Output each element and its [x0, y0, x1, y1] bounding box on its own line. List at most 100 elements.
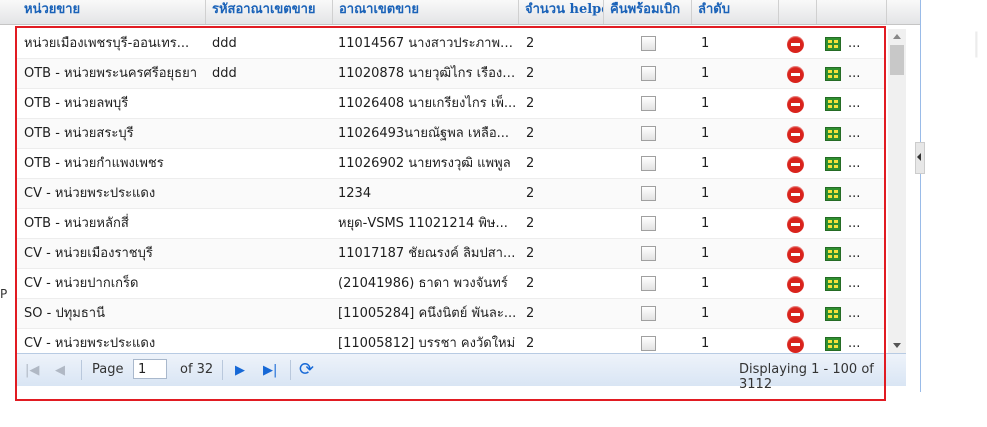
edit-grid-icon[interactable]	[825, 217, 841, 231]
delete-icon[interactable]	[787, 156, 804, 173]
edit-grid-icon[interactable]	[825, 187, 841, 201]
more-label[interactable]: ...	[848, 239, 860, 269]
page-number-input[interactable]: 1	[133, 359, 167, 379]
cell-order: 1	[701, 96, 710, 111]
return-checkbox[interactable]	[641, 96, 656, 111]
edit-grid-icon[interactable]	[825, 337, 841, 351]
column-header-delete	[779, 0, 817, 24]
table-row[interactable]: CV - หน่วยพระประแดง [11005812] บรรชา คงวั…	[15, 329, 885, 353]
cell-unit: CV - หน่วยปากเกร็ด	[24, 276, 139, 291]
cell-code	[212, 269, 322, 299]
more-label[interactable]: ...	[848, 179, 860, 209]
column-header-area[interactable]: อาณาเขตขาย	[333, 0, 519, 24]
edit-grid-icon[interactable]	[825, 277, 841, 291]
edit-grid-icon[interactable]	[825, 97, 841, 111]
delete-icon[interactable]	[787, 216, 804, 233]
display-info: Displaying 1 - 100 of 3112	[739, 362, 874, 392]
table-row[interactable]: OTB - หน่วยสระบุรี 11026493นายณัฐพล เหลือ…	[15, 119, 885, 149]
cell-unit: OTB - หน่วยพระนครศรีอยุธยา	[24, 66, 198, 81]
return-checkbox[interactable]	[641, 216, 656, 231]
cell-unit: หน่วยเมืองเพชรบุรี-ออนเทร...	[24, 36, 190, 51]
table-row[interactable]: CV - หน่วยพระประแดง 1234 2 1...	[15, 179, 885, 209]
more-label[interactable]: ...	[848, 59, 860, 89]
return-checkbox[interactable]	[641, 336, 656, 351]
edit-grid-icon[interactable]	[825, 67, 841, 81]
return-checkbox[interactable]	[641, 306, 656, 321]
return-checkbox[interactable]	[641, 246, 656, 261]
delete-icon[interactable]	[787, 96, 804, 113]
edit-grid-icon[interactable]	[825, 307, 841, 321]
column-header-helper[interactable]: จำนวน helpe	[519, 0, 604, 24]
delete-icon[interactable]	[787, 186, 804, 203]
return-checkbox[interactable]	[641, 276, 656, 291]
delete-icon[interactable]	[787, 336, 804, 353]
table-row[interactable]: SO - ปทุมธานี [11005284] คนึงนิตย์ พันละ.…	[15, 299, 885, 329]
toolbar-separator	[290, 360, 291, 380]
more-label[interactable]: ...	[848, 269, 860, 299]
cell-order: 1	[701, 246, 710, 261]
scroll-up-icon[interactable]	[893, 34, 901, 39]
edit-grid-icon[interactable]	[825, 37, 841, 51]
scroll-down-icon[interactable]	[893, 343, 901, 348]
table-row[interactable]: CV - หน่วยเมืองราชบุรี 11017187 ชัยณรงค์ …	[15, 239, 885, 269]
collapse-panel-icon[interactable]	[915, 142, 925, 174]
return-checkbox[interactable]	[641, 126, 656, 141]
cell-unit: SO - ปทุมธานี	[24, 306, 105, 321]
cell-helper: 2	[526, 306, 535, 321]
next-page-icon[interactable]: ▶	[235, 363, 245, 378]
cell-order: 1	[701, 306, 710, 321]
edit-grid-icon[interactable]	[825, 247, 841, 261]
return-checkbox[interactable]	[641, 156, 656, 171]
return-checkbox[interactable]	[641, 36, 656, 51]
edit-grid-icon[interactable]	[825, 157, 841, 171]
more-label[interactable]: ...	[848, 119, 860, 149]
vertical-scrollbar[interactable]	[888, 29, 906, 353]
more-label[interactable]: ...	[848, 89, 860, 119]
edit-grid-icon[interactable]	[825, 127, 841, 141]
delete-icon[interactable]	[787, 126, 804, 143]
scroll-thumb[interactable]	[890, 45, 904, 75]
column-header-unit[interactable]: หน่วยขาย	[18, 0, 206, 24]
cell-unit: CV - หน่วยพระประแดง	[24, 186, 156, 201]
delete-icon[interactable]	[787, 306, 804, 323]
last-page-icon[interactable]: ▶|	[263, 363, 277, 378]
table-row[interactable]: หน่วยเมืองเพชรบุรี-ออนเทร... ddd 11014567 …	[15, 29, 885, 59]
delete-icon[interactable]	[787, 36, 804, 53]
prev-page-icon[interactable]: ◀	[55, 363, 65, 378]
table-row[interactable]: OTB - หน่วยลพบุรี 11026408 นายเกรียงไกร เ…	[15, 89, 885, 119]
more-label[interactable]: ...	[848, 29, 860, 59]
cell-unit: OTB - หน่วยหลักสี่	[24, 216, 129, 231]
cell-code	[212, 209, 322, 239]
table-row[interactable]: OTB - หน่วยกำแพงเพชร 11026902 นายทรงวุฒิ …	[15, 149, 885, 179]
cell-code	[212, 149, 322, 179]
more-label[interactable]: ...	[848, 299, 860, 329]
more-label[interactable]: ...	[848, 149, 860, 179]
cell-order: 1	[701, 156, 710, 171]
cell-order: 1	[701, 126, 710, 141]
column-header-return[interactable]: คืนพร้อมเบิก	[604, 0, 692, 24]
cell-code	[212, 119, 322, 149]
table-row[interactable]: CV - หน่วยปากเกร็ด (21041986) ธาดา พวงจัน…	[15, 269, 885, 299]
cell-unit: OTB - หน่วยสระบุรี	[24, 126, 134, 141]
cell-area: หยุด-VSMS 11021214 พิษ...	[338, 216, 508, 231]
paging-toolbar: |◀ ◀ Page 1 of 32 ▶ ▶| ⟳ Displaying 1 - …	[15, 353, 906, 392]
more-label[interactable]: ...	[848, 329, 860, 353]
column-header-code[interactable]: รหัสอาณาเขตขาย	[206, 0, 333, 24]
cell-area: [11005284] คนึงนิตย์ พันละ...	[338, 306, 517, 321]
table-row[interactable]: OTB - หน่วยพระนครศรีอยุธยา ddd 11020878 นา…	[15, 59, 885, 89]
cell-area: 11014567 นางสาวประภาพร...	[338, 36, 518, 51]
first-page-icon[interactable]: |◀	[25, 363, 39, 378]
table-row[interactable]: OTB - หน่วยหลักสี่ หยุด-VSMS 11021214 พิษ…	[15, 209, 885, 239]
background-fragment: |	[972, 28, 981, 58]
cell-helper: 2	[526, 96, 535, 111]
more-label[interactable]: ...	[848, 209, 860, 239]
delete-icon[interactable]	[787, 276, 804, 293]
refresh-icon[interactable]: ⟳	[299, 359, 314, 380]
column-header-order[interactable]: ลำดับ	[692, 0, 779, 24]
return-checkbox[interactable]	[641, 66, 656, 81]
delete-icon[interactable]	[787, 66, 804, 83]
delete-icon[interactable]	[787, 246, 804, 263]
cell-area: 11026493นายณัฐพล เหลือ...	[338, 126, 510, 141]
grid-header: หน่วยขาย รหัสอาณาเขตขาย อาณาเขตขาย จำนวน…	[0, 0, 920, 25]
return-checkbox[interactable]	[641, 186, 656, 201]
